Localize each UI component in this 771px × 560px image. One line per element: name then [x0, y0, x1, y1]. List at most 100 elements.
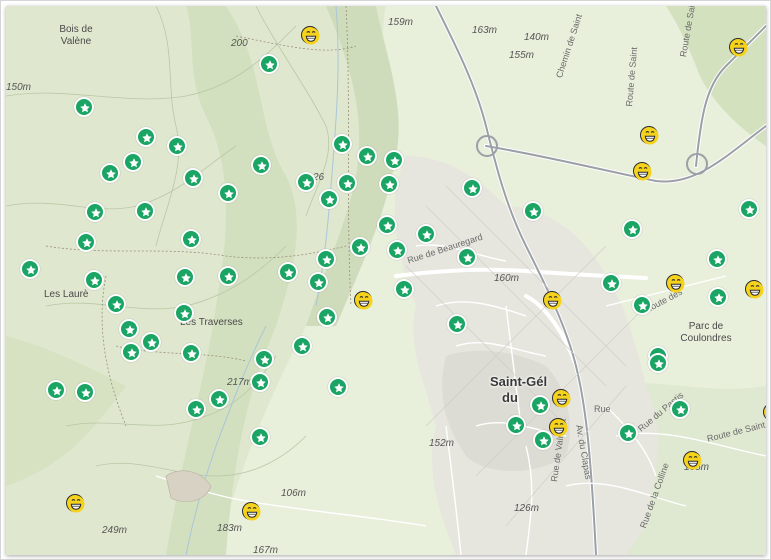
smiley-marker[interactable] [633, 162, 652, 181]
star-marker[interactable] [462, 178, 482, 198]
star-icon [356, 243, 366, 253]
star-marker[interactable] [447, 314, 467, 334]
star-marker[interactable] [75, 382, 95, 402]
star-marker[interactable] [100, 163, 120, 183]
star-marker[interactable] [332, 134, 352, 154]
star-marker[interactable] [141, 332, 161, 352]
star-marker[interactable] [379, 174, 399, 194]
star-marker[interactable] [708, 287, 728, 307]
star-marker[interactable] [601, 273, 621, 293]
star-marker[interactable] [278, 262, 298, 282]
smiley-marker[interactable] [640, 126, 659, 145]
smiley-marker[interactable] [301, 26, 320, 45]
smiley-icon [544, 292, 562, 310]
star-icon [607, 279, 617, 289]
star-icon [26, 265, 36, 275]
star-icon [189, 174, 199, 184]
star-marker[interactable] [337, 173, 357, 193]
star-marker[interactable] [186, 399, 206, 419]
star-marker[interactable] [218, 183, 238, 203]
star-marker[interactable] [618, 423, 638, 443]
star-icon [284, 268, 294, 278]
star-marker[interactable] [259, 54, 279, 74]
star-marker[interactable] [308, 272, 328, 292]
star-marker[interactable] [46, 380, 66, 400]
star-marker[interactable] [707, 249, 727, 269]
smiley-icon [641, 127, 659, 145]
star-marker[interactable] [506, 415, 526, 435]
star-marker[interactable] [394, 279, 414, 299]
star-marker[interactable] [181, 343, 201, 363]
star-marker[interactable] [175, 267, 195, 287]
star-marker[interactable] [523, 201, 543, 221]
star-marker[interactable] [457, 247, 477, 267]
smiley-marker[interactable] [354, 291, 373, 310]
elevation-label: 183m [217, 523, 243, 534]
star-icon [383, 221, 393, 231]
star-icon [82, 238, 92, 248]
smiley-icon [243, 503, 261, 521]
elevation-label: 217m [227, 377, 253, 388]
star-marker[interactable] [74, 97, 94, 117]
star-marker[interactable] [416, 224, 436, 244]
star-marker[interactable] [632, 295, 652, 315]
star-marker[interactable] [20, 259, 40, 279]
star-marker[interactable] [296, 172, 316, 192]
star-marker[interactable] [136, 127, 156, 147]
star-marker[interactable] [250, 372, 270, 392]
star-marker[interactable] [209, 389, 229, 409]
star-marker[interactable] [377, 215, 397, 235]
star-icon [256, 378, 266, 388]
star-icon [422, 230, 432, 240]
star-marker[interactable] [123, 152, 143, 172]
star-icon [260, 355, 270, 365]
star-marker[interactable] [183, 168, 203, 188]
elevation-label: 106m [281, 488, 307, 499]
town-label-line2: du [502, 390, 518, 405]
star-marker[interactable] [648, 353, 668, 373]
star-marker[interactable] [119, 319, 139, 339]
star-marker[interactable] [357, 146, 377, 166]
star-marker[interactable] [317, 307, 337, 327]
star-marker[interactable] [387, 240, 407, 260]
map-frame: Bois de Valène Les Laurè Les Traverses Pa… [0, 0, 771, 560]
star-marker[interactable] [622, 219, 642, 239]
star-marker[interactable] [121, 342, 141, 362]
star-marker[interactable] [218, 266, 238, 286]
star-marker[interactable] [135, 201, 155, 221]
smiley-marker[interactable] [729, 38, 748, 57]
smiley-marker[interactable] [745, 280, 764, 299]
star-marker[interactable] [316, 249, 336, 269]
star-marker[interactable] [319, 189, 339, 209]
star-marker[interactable] [84, 270, 104, 290]
star-marker[interactable] [250, 427, 270, 447]
star-marker[interactable] [167, 136, 187, 156]
star-marker[interactable] [174, 303, 194, 323]
smiley-marker[interactable] [552, 389, 571, 408]
map-canvas[interactable]: Bois de Valène Les Laurè Les Traverses Pa… [6, 6, 766, 555]
star-marker[interactable] [530, 395, 550, 415]
smiley-marker[interactable] [543, 291, 562, 310]
star-marker[interactable] [350, 237, 370, 257]
star-marker[interactable] [181, 229, 201, 249]
smiley-marker[interactable] [683, 451, 702, 470]
smiley-marker[interactable] [666, 274, 685, 293]
smiley-marker[interactable] [66, 494, 85, 513]
smiley-marker[interactable] [242, 502, 261, 521]
star-marker[interactable] [384, 150, 404, 170]
star-icon [536, 401, 546, 411]
smiley-icon [67, 495, 85, 513]
star-marker[interactable] [251, 155, 271, 175]
smiley-marker[interactable] [763, 403, 766, 421]
star-marker[interactable] [76, 232, 96, 252]
star-icon [125, 325, 135, 335]
star-icon [187, 349, 197, 359]
star-marker[interactable] [670, 399, 690, 419]
star-marker[interactable] [739, 199, 759, 219]
star-marker[interactable] [106, 294, 126, 314]
star-marker[interactable] [292, 336, 312, 356]
star-marker[interactable] [85, 202, 105, 222]
smiley-marker[interactable] [549, 418, 568, 437]
star-marker[interactable] [328, 377, 348, 397]
star-marker[interactable] [254, 349, 274, 369]
